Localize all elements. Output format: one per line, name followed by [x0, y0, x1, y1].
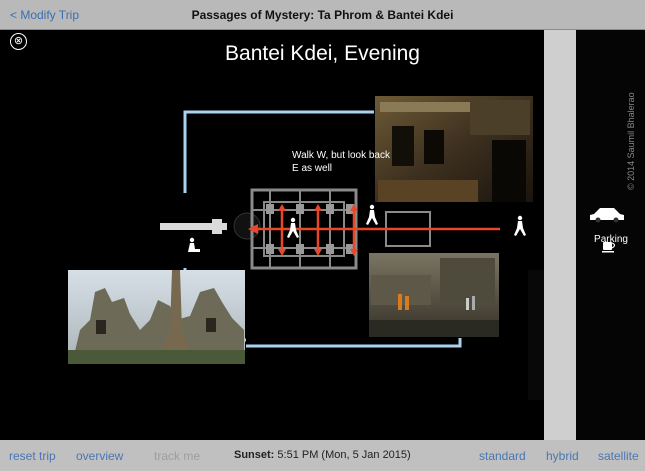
- view-title: Bantei Kdei, Evening: [225, 42, 420, 65]
- overview-button[interactable]: overview: [76, 449, 123, 463]
- satellite-map-button[interactable]: satellite: [598, 449, 639, 463]
- copyright-text: © 2014 Saumil Bhalerao: [626, 92, 636, 190]
- sitting-person-icon: [188, 237, 200, 252]
- copyright-notice: © 2014 Saumil Bhalerao: [626, 92, 636, 190]
- walking-path-lower-right: [246, 338, 462, 348]
- stone-gallery-photo: [375, 96, 533, 202]
- sunset-label: Sunset:: [234, 449, 275, 461]
- sunset-info: Sunset: 5:51 PM (Mon, 5 Jan 2015): [234, 449, 411, 461]
- monks-ruins-photo: [369, 253, 499, 337]
- track-me-button[interactable]: track me: [154, 449, 200, 463]
- parking-label: Parking: [594, 234, 628, 245]
- parking-marker[interactable]: Parking: [586, 204, 636, 245]
- hybrid-map-button[interactable]: hybrid: [546, 449, 579, 463]
- map-view[interactable]: ⊗ Bantei Kdei, Evening Walk W, but look …: [0, 30, 645, 440]
- top-nav-bar: < Modify Trip Passages of Mystery: Ta Ph…: [0, 0, 645, 30]
- sunset-value: 5:51 PM (Mon, 5 Jan 2015): [277, 449, 411, 461]
- standard-map-button[interactable]: standard: [479, 449, 526, 463]
- trip-title: Passages of Mystery: Ta Phrom & Bantei K…: [191, 8, 454, 22]
- reset-trip-button[interactable]: reset trip: [9, 449, 56, 463]
- gopura-faces-photo: [68, 270, 245, 364]
- site-diagram: [68, 96, 624, 364]
- walker-icon: [514, 215, 526, 236]
- bottom-toolbar: reset trip overview track me Sunset: 5:5…: [0, 440, 645, 471]
- walker-icon: [366, 204, 378, 225]
- walk-caption: Walk W, but look back E as well: [292, 150, 390, 174]
